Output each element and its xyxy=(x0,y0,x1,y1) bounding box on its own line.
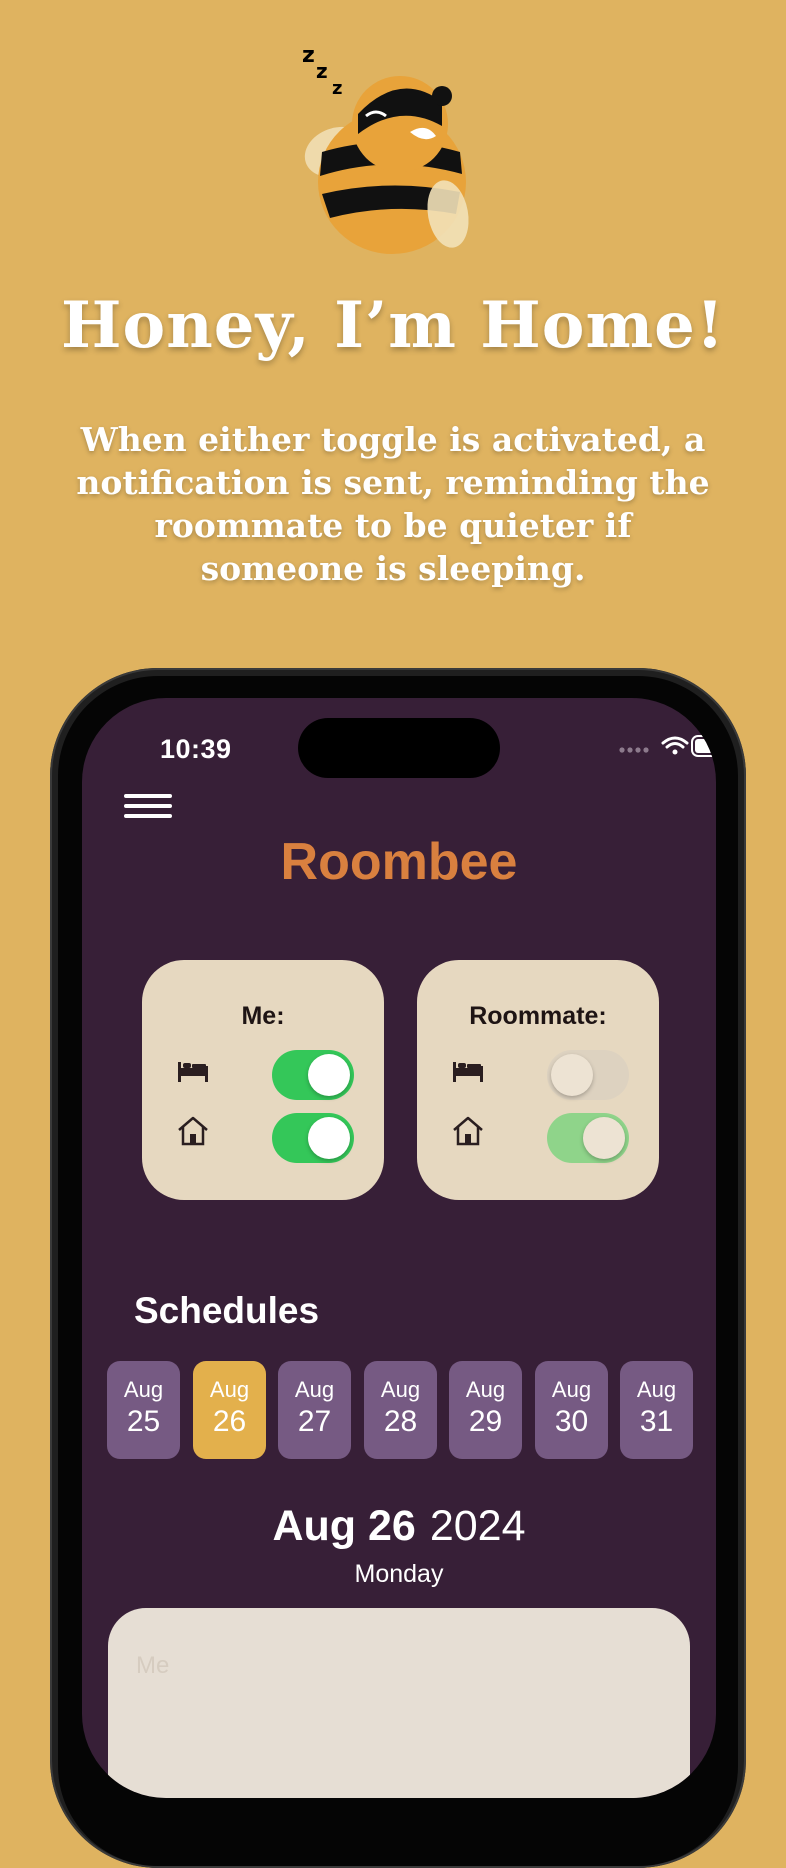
date-month: Aug xyxy=(294,1377,335,1402)
date-chip[interactable]: Aug 29 xyxy=(449,1361,522,1459)
date-month: Aug xyxy=(465,1377,506,1402)
roommate-sleep-toggle[interactable] xyxy=(547,1050,629,1100)
battery-icon xyxy=(691,735,714,757)
schedule-card: Me xyxy=(108,1608,690,1798)
svg-text:z: z xyxy=(332,78,342,99)
date-chip[interactable]: Aug 27 xyxy=(278,1361,351,1459)
me-sleep-toggle[interactable] xyxy=(272,1050,354,1100)
promo-description: When either toggle is activated, a notif… xyxy=(76,420,710,588)
bed-icon xyxy=(453,1062,483,1082)
signal-dots-icon xyxy=(619,747,649,753)
dynamic-island xyxy=(298,718,500,778)
roommate-home-toggle[interactable] xyxy=(547,1113,629,1163)
svg-text:z: z xyxy=(316,59,328,83)
date-chip[interactable]: Aug 30 xyxy=(535,1361,608,1459)
date-day: 29 xyxy=(468,1405,503,1438)
me-home-toggle[interactable] xyxy=(272,1113,354,1163)
promo-headline: Honey, I’m Home! xyxy=(61,288,725,363)
schedules-heading: Schedules xyxy=(134,1290,320,1331)
schedule-card-label: Me xyxy=(136,1652,170,1679)
wifi-icon xyxy=(661,736,689,755)
hamburger-menu-icon[interactable] xyxy=(124,794,172,822)
date-month: Aug xyxy=(551,1377,592,1402)
date-strip: Aug 25 Aug 26 Aug 27 Aug 28 Aug 29 Aug 3… xyxy=(107,1361,697,1459)
home-icon xyxy=(453,1116,483,1146)
date-month: Aug xyxy=(636,1377,677,1402)
status-icons xyxy=(619,735,714,757)
app-title: Roombee xyxy=(280,833,518,891)
date-chip[interactable]: Aug 31 xyxy=(620,1361,693,1459)
date-day: 28 xyxy=(383,1405,418,1438)
date-month: Aug xyxy=(123,1377,164,1402)
roommate-card-title: Roommate: xyxy=(469,1002,607,1030)
me-card-title: Me: xyxy=(241,1002,285,1030)
svg-text:z: z xyxy=(302,43,315,68)
zzz-icon: z z z xyxy=(302,43,342,99)
home-icon xyxy=(178,1116,208,1146)
selected-date: Aug 26 xyxy=(272,1502,416,1550)
date-day: 30 xyxy=(554,1405,589,1438)
date-day: 26 xyxy=(212,1405,247,1438)
date-chip-selected[interactable]: Aug 26 xyxy=(193,1361,266,1459)
date-chip[interactable]: Aug 25 xyxy=(107,1361,180,1459)
date-day: 27 xyxy=(297,1405,332,1438)
selected-year: 2024 xyxy=(429,1502,526,1550)
me-status-card: Me: xyxy=(142,960,384,1200)
status-time: 10:39 xyxy=(160,734,232,764)
date-chip[interactable]: Aug 28 xyxy=(364,1361,437,1459)
selected-date-heading: Aug 26 2024 xyxy=(82,1502,716,1551)
date-month: Aug xyxy=(380,1377,421,1402)
roommate-status-card: Roommate: xyxy=(417,960,659,1200)
date-day: 31 xyxy=(639,1405,674,1438)
bed-icon xyxy=(178,1062,208,1082)
date-day: 25 xyxy=(126,1405,161,1438)
sleeping-bee-mascot: z z z xyxy=(302,43,469,254)
app-screen: 10:39 Roombee Me: Roommate: Schedules Au… xyxy=(82,698,716,1798)
date-month: Aug xyxy=(209,1377,250,1402)
selected-weekday: Monday xyxy=(354,1560,444,1588)
